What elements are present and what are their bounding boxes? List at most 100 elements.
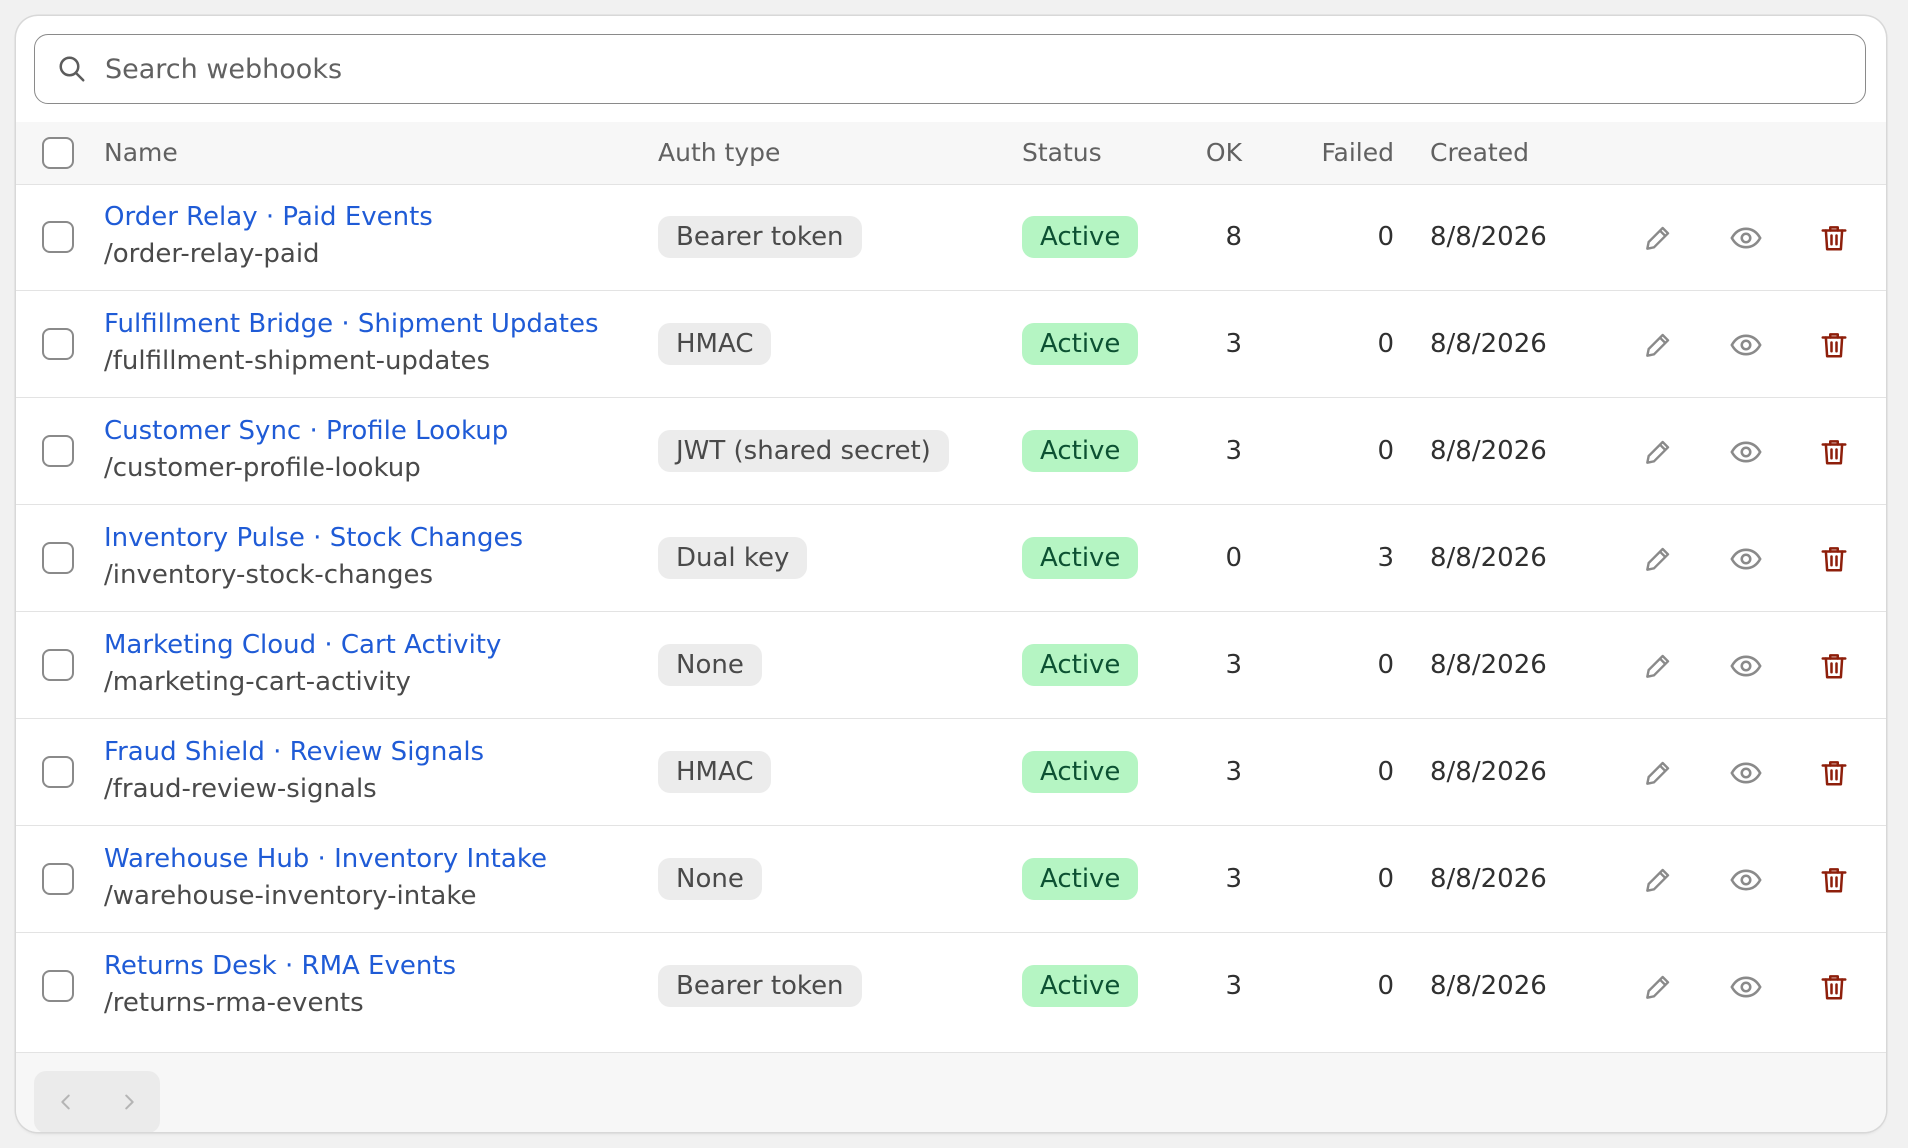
edit-button[interactable] bbox=[1636, 965, 1680, 1009]
delete-button[interactable] bbox=[1812, 430, 1856, 474]
view-button[interactable] bbox=[1724, 216, 1768, 260]
column-header-status[interactable]: Status bbox=[1022, 122, 1102, 184]
webhook-name-link[interactable]: Inventory Pulse · Stock Changes bbox=[104, 523, 523, 553]
row-checkbox[interactable] bbox=[42, 756, 74, 788]
ok-count: 3 bbox=[1225, 650, 1242, 680]
auth-type-badge: Bearer token bbox=[658, 216, 862, 258]
column-header-ok[interactable]: OK bbox=[1186, 122, 1242, 184]
column-header-failed[interactable]: Failed bbox=[1306, 122, 1394, 184]
eye-icon bbox=[1730, 869, 1762, 891]
view-button[interactable] bbox=[1724, 965, 1768, 1009]
table-row: Fraud Shield · Review Signals /fraud-rev… bbox=[16, 719, 1886, 826]
pencil-icon bbox=[1646, 868, 1670, 892]
auth-type-badge: Bearer token bbox=[658, 965, 862, 1007]
ok-count: 0 bbox=[1225, 543, 1242, 573]
row-checkbox[interactable] bbox=[42, 649, 74, 681]
webhooks-card: Name Auth type Status OK Failed Created … bbox=[16, 16, 1886, 1132]
trash-icon bbox=[1821, 226, 1847, 251]
webhook-name-link[interactable]: Customer Sync · Profile Lookup bbox=[104, 416, 508, 446]
failed-count: 0 bbox=[1377, 864, 1394, 894]
table-row: Returns Desk · RMA Events /returns-rma-e… bbox=[16, 933, 1886, 1040]
webhook-path: /marketing-cart-activity bbox=[104, 667, 411, 697]
trash-icon bbox=[1821, 975, 1847, 1000]
webhook-name-link[interactable]: Returns Desk · RMA Events bbox=[104, 951, 456, 981]
eye-icon bbox=[1730, 655, 1762, 677]
status-badge: Active bbox=[1022, 537, 1139, 579]
created-date: 8/8/2026 bbox=[1430, 329, 1547, 359]
row-checkbox[interactable] bbox=[42, 863, 74, 895]
ok-count: 3 bbox=[1225, 757, 1242, 787]
pencil-icon bbox=[1646, 547, 1670, 571]
row-checkbox[interactable] bbox=[42, 221, 74, 253]
eye-icon bbox=[1730, 441, 1762, 463]
trash-icon bbox=[1821, 868, 1847, 893]
view-button[interactable] bbox=[1724, 751, 1768, 795]
webhook-path: /inventory-stock-changes bbox=[104, 560, 434, 590]
status-badge: Active bbox=[1022, 323, 1139, 365]
created-date: 8/8/2026 bbox=[1430, 436, 1547, 466]
pencil-icon bbox=[1646, 333, 1670, 357]
edit-button[interactable] bbox=[1636, 430, 1680, 474]
auth-type-badge: HMAC bbox=[658, 323, 772, 365]
created-date: 8/8/2026 bbox=[1430, 650, 1547, 680]
pagination bbox=[34, 1071, 160, 1132]
delete-button[interactable] bbox=[1812, 751, 1856, 795]
edit-button[interactable] bbox=[1636, 323, 1680, 367]
pencil-icon bbox=[1646, 226, 1670, 250]
created-date: 8/8/2026 bbox=[1430, 543, 1547, 573]
webhook-name-link[interactable]: Marketing Cloud · Cart Activity bbox=[104, 630, 501, 660]
view-button[interactable] bbox=[1724, 858, 1768, 902]
table-body: Order Relay · Paid Events /order-relay-p… bbox=[16, 184, 1886, 1040]
auth-type-badge: HMAC bbox=[658, 751, 772, 793]
edit-button[interactable] bbox=[1636, 537, 1680, 581]
ok-count: 3 bbox=[1225, 971, 1242, 1001]
row-checkbox[interactable] bbox=[42, 542, 74, 574]
webhook-name-link[interactable]: Fulfillment Bridge · Shipment Updates bbox=[104, 309, 599, 339]
edit-button[interactable] bbox=[1636, 216, 1680, 260]
select-all-checkbox[interactable] bbox=[42, 137, 74, 169]
auth-type-badge: None bbox=[658, 644, 762, 686]
pencil-icon bbox=[1646, 654, 1670, 678]
delete-button[interactable] bbox=[1812, 323, 1856, 367]
delete-button[interactable] bbox=[1812, 216, 1856, 260]
previous-page-button[interactable] bbox=[34, 1071, 97, 1132]
created-date: 8/8/2026 bbox=[1430, 864, 1547, 894]
status-badge: Active bbox=[1022, 858, 1139, 900]
trash-icon bbox=[1821, 333, 1847, 358]
table-footer bbox=[16, 1052, 1886, 1132]
delete-button[interactable] bbox=[1812, 965, 1856, 1009]
next-page-button[interactable] bbox=[97, 1071, 160, 1132]
edit-button[interactable] bbox=[1636, 644, 1680, 688]
view-button[interactable] bbox=[1724, 537, 1768, 581]
webhook-path: /order-relay-paid bbox=[104, 239, 320, 269]
view-button[interactable] bbox=[1724, 430, 1768, 474]
search-input[interactable] bbox=[103, 52, 1865, 86]
row-checkbox[interactable] bbox=[42, 435, 74, 467]
column-header-name[interactable]: Name bbox=[104, 122, 178, 184]
webhook-name-link[interactable]: Fraud Shield · Review Signals bbox=[104, 737, 484, 767]
view-button[interactable] bbox=[1724, 644, 1768, 688]
delete-button[interactable] bbox=[1812, 644, 1856, 688]
table-row: Inventory Pulse · Stock Changes /invento… bbox=[16, 505, 1886, 612]
failed-count: 0 bbox=[1377, 222, 1394, 252]
webhook-name-link[interactable]: Order Relay · Paid Events bbox=[104, 202, 433, 232]
failed-count: 0 bbox=[1377, 650, 1394, 680]
row-checkbox[interactable] bbox=[42, 328, 74, 360]
pencil-icon bbox=[1646, 440, 1670, 464]
delete-button[interactable] bbox=[1812, 858, 1856, 902]
table-row: Order Relay · Paid Events /order-relay-p… bbox=[16, 184, 1886, 291]
webhook-path: /returns-rma-events bbox=[104, 988, 364, 1018]
edit-button[interactable] bbox=[1636, 751, 1680, 795]
webhook-name-link[interactable]: Warehouse Hub · Inventory Intake bbox=[104, 844, 547, 874]
eye-icon bbox=[1730, 227, 1762, 249]
column-header-auth-type[interactable]: Auth type bbox=[658, 122, 780, 184]
column-header-created[interactable]: Created bbox=[1430, 122, 1529, 184]
failed-count: 0 bbox=[1377, 971, 1394, 1001]
table-row: Marketing Cloud · Cart Activity /marketi… bbox=[16, 612, 1886, 719]
row-checkbox[interactable] bbox=[42, 970, 74, 1002]
edit-button[interactable] bbox=[1636, 858, 1680, 902]
view-button[interactable] bbox=[1724, 323, 1768, 367]
webhook-path: /fulfillment-shipment-updates bbox=[104, 346, 491, 376]
delete-button[interactable] bbox=[1812, 537, 1856, 581]
search-bar[interactable] bbox=[34, 34, 1866, 104]
